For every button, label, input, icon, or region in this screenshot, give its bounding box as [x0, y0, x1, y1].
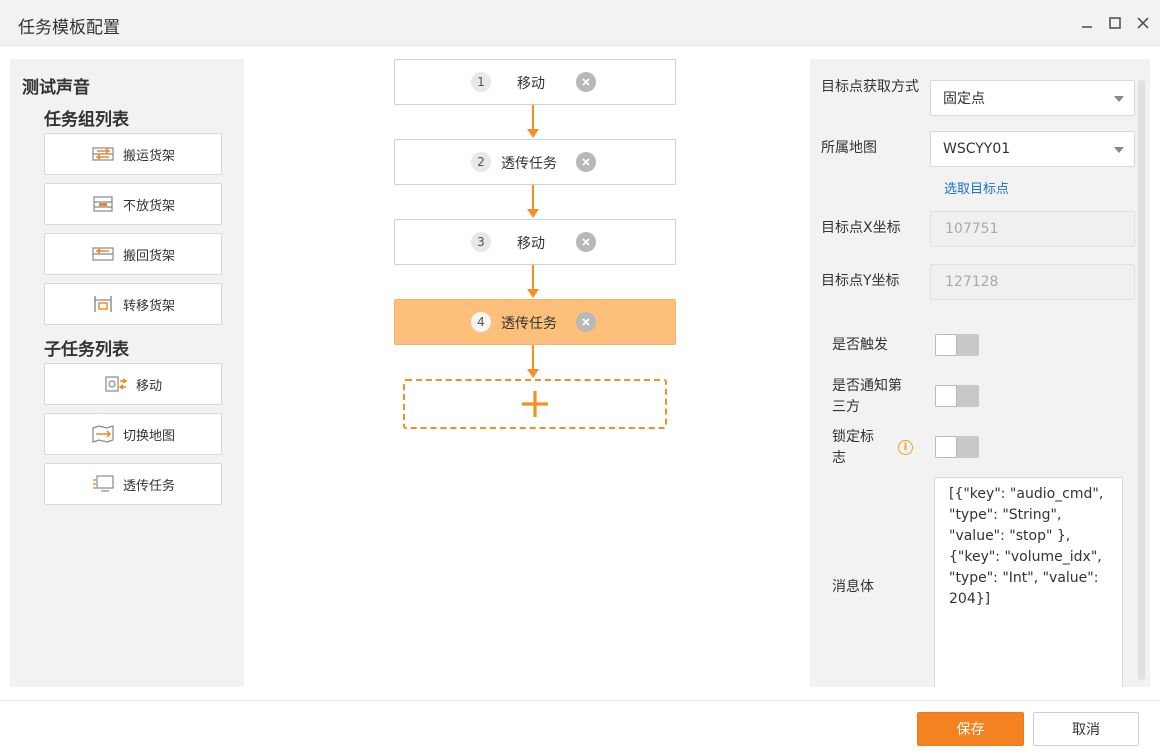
toggle-knob	[935, 385, 957, 407]
window-title: 任务模板配置	[18, 18, 120, 38]
node-label: 透传任务	[501, 156, 557, 172]
map-value: WSCYY01	[943, 141, 1011, 157]
toggle-knob	[935, 334, 957, 356]
arrow-down-icon	[527, 369, 539, 378]
shelf-transfer-icon	[91, 294, 115, 314]
select-target-link[interactable]: 选取目标点	[944, 178, 1009, 197]
map-select[interactable]: WSCYY01	[930, 131, 1135, 167]
maximize-button[interactable]	[1104, 12, 1126, 34]
add-node-button[interactable]	[403, 379, 667, 429]
y-coordinate-label: 目标点Y坐标	[821, 273, 900, 289]
flow-node-4[interactable]: 4 透传任务	[394, 299, 676, 345]
close-icon	[582, 78, 590, 86]
node-index: 1	[471, 72, 491, 92]
task-group-title: 任务组列表	[44, 110, 129, 130]
flow-node-3[interactable]: 3 移动	[394, 219, 676, 265]
subtask-title: 子任务列表	[44, 340, 129, 360]
shelf-drop-icon	[91, 194, 115, 214]
flow-connector	[532, 345, 534, 371]
flow-connector	[532, 265, 534, 291]
trigger-label: 是否触发	[832, 337, 888, 353]
title-bar: 任务模板配置	[0, 0, 1160, 46]
passthrough-icon	[91, 474, 115, 494]
x-coordinate-field[interactable]: 107751	[930, 211, 1135, 247]
target-method-value: 固定点	[943, 91, 985, 107]
node-label: 透传任务	[501, 316, 557, 332]
task-group-item-shelf-transfer[interactable]: 转移货架	[44, 283, 222, 325]
flow-connector	[532, 105, 534, 131]
target-method-label: 目标点获取方式	[821, 79, 919, 95]
flow-connector	[532, 185, 534, 211]
flow-node-2[interactable]: 2 透传任务	[394, 139, 676, 185]
subtask-item-move[interactable]: 移动	[44, 363, 222, 405]
save-button[interactable]: 保存	[917, 712, 1024, 746]
toggle-knob	[935, 436, 957, 458]
close-button[interactable]	[1132, 12, 1154, 34]
map-switch-icon	[91, 424, 115, 444]
lock-label: 锁定标志	[832, 429, 874, 466]
node-index: 4	[471, 312, 491, 332]
arrow-down-icon	[527, 289, 539, 298]
notify-toggle[interactable]	[935, 385, 979, 407]
delete-node-button[interactable]	[576, 152, 596, 172]
shelf-move-icon	[91, 144, 115, 164]
subtask-label: 切换地图	[122, 428, 175, 444]
lock-toggle[interactable]	[935, 436, 979, 458]
arrow-down-icon	[527, 129, 539, 138]
task-group-label: 搬回货架	[122, 248, 175, 264]
flow-node-1[interactable]: 1 移动	[394, 59, 676, 105]
task-group-item-shelf-move[interactable]: 搬运货架	[44, 133, 222, 175]
close-icon	[582, 158, 590, 166]
shelf-return-icon	[91, 244, 115, 264]
close-icon	[1137, 17, 1149, 29]
message-body-label: 消息体	[832, 579, 874, 595]
task-group-label: 搬运货架	[122, 148, 175, 164]
target-method-select[interactable]: 固定点	[930, 80, 1135, 116]
minimize-icon	[1082, 26, 1092, 28]
delete-node-button[interactable]	[576, 232, 596, 252]
map-label: 所属地图	[821, 140, 877, 156]
cancel-button[interactable]: 取消	[1033, 712, 1139, 746]
message-body-textarea[interactable]: [{"key": "audio_cmd", "type": "String", …	[934, 477, 1123, 687]
node-label: 移动	[517, 236, 545, 252]
task-group-label: 转移货架	[122, 298, 175, 314]
node-label: 移动	[517, 76, 545, 92]
subtask-label: 透传任务	[122, 478, 175, 494]
x-coordinate-label: 目标点X坐标	[821, 220, 901, 236]
task-group-label: 不放货架	[122, 198, 175, 214]
y-coordinate-field[interactable]: 127128	[930, 264, 1135, 300]
close-icon	[582, 238, 590, 246]
properties-scrollbar[interactable]	[1138, 80, 1145, 680]
arrow-down-icon	[527, 209, 539, 218]
notify-label: 是否通知第三方	[832, 378, 902, 415]
delete-node-button[interactable]	[576, 72, 596, 92]
task-group-item-shelf-return[interactable]: 搬回货架	[44, 233, 222, 275]
trigger-toggle[interactable]	[935, 334, 979, 356]
node-index: 3	[471, 232, 491, 252]
subtask-item-map-switch[interactable]: 切换地图	[44, 413, 222, 455]
info-icon[interactable]: i	[898, 440, 913, 455]
maximize-icon	[1109, 17, 1121, 29]
caret-down-icon	[1114, 96, 1124, 102]
close-icon	[582, 318, 590, 326]
delete-node-button[interactable]	[576, 312, 596, 332]
node-index: 2	[471, 152, 491, 172]
plus-icon	[522, 391, 548, 417]
task-group-item-shelf-drop[interactable]: 不放货架	[44, 183, 222, 225]
subtask-label: 移动	[135, 378, 162, 394]
move-icon	[104, 374, 128, 394]
caret-down-icon	[1114, 147, 1124, 153]
scene-name: 测试声音	[22, 78, 90, 98]
minimize-button[interactable]	[1076, 12, 1098, 34]
subtask-item-passthrough[interactable]: 透传任务	[44, 463, 222, 505]
